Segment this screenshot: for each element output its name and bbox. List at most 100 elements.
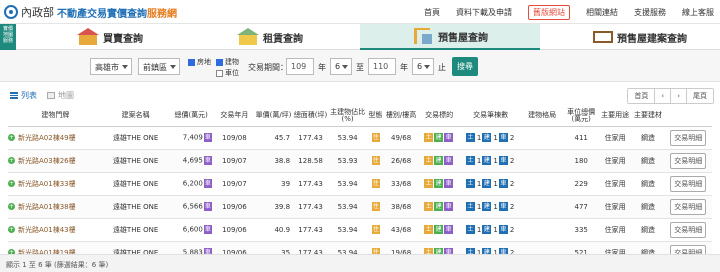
map-icon	[47, 92, 55, 99]
checkbox-icon	[216, 58, 223, 66]
parking-price: 229	[563, 172, 599, 196]
layout	[520, 195, 564, 219]
from-year-input[interactable]: 109	[286, 58, 314, 75]
table-row[interactable]: + 新光路A01棟43樓 遠雄THE ONE 6,600 車 109/06 40.9…	[8, 218, 712, 242]
parking-count-tag: 車	[498, 202, 508, 211]
tab-label: 租賃查詢	[263, 33, 303, 45]
nav-links[interactable]: 相關連結	[586, 7, 618, 18]
col-header[interactable]: 交易年月	[213, 106, 255, 127]
from-month-select[interactable]: 6	[330, 58, 352, 75]
col-header[interactable]: 建案名稱	[102, 106, 169, 127]
house-icon	[237, 28, 259, 45]
parking-tag: 車	[444, 156, 454, 165]
table-row[interactable]: + 新光路A03棟26樓 遠雄THE ONE 4,695 車 109/07 38.8…	[8, 149, 712, 173]
tab-sales-query[interactable]: 買賣查詢	[40, 24, 180, 50]
city-select[interactable]: 高雄市	[90, 58, 132, 75]
col-header[interactable]: 主建物佔比(%)	[329, 106, 367, 127]
expand-icon[interactable]: +	[8, 203, 15, 210]
table-row[interactable]: + 新光路A01棟33樓 遠雄THE ONE 6,200 車 109/07 39 1…	[8, 172, 712, 196]
main-material: 鋼造	[631, 218, 665, 242]
main-use: 住家用	[598, 149, 632, 173]
address[interactable]: 新光路A01棟38樓	[18, 203, 76, 211]
main-building-ratio: 53.94	[329, 195, 367, 219]
col-header[interactable]: 主要建材	[631, 106, 665, 127]
site-title-suffix: 服務網	[147, 8, 177, 20]
chevron-down-icon	[170, 65, 176, 69]
col-header[interactable]: 單價(萬/坪)	[254, 106, 293, 127]
next-page-button[interactable]: ›	[671, 89, 687, 103]
period-label: 交易期間：	[248, 63, 288, 72]
trade-date: 109/06	[213, 195, 255, 219]
last-page-button[interactable]: 尾頁	[687, 89, 713, 103]
col-header[interactable]: 交易標的	[417, 106, 461, 127]
chevron-down-icon	[424, 65, 430, 69]
land-checkbox[interactable]: 房地	[188, 57, 211, 67]
detail-button[interactable]: 交易明細	[670, 175, 707, 192]
col-header[interactable]: 交易筆棟數	[460, 106, 521, 127]
floor: 43/68	[384, 218, 418, 242]
expand-icon[interactable]: +	[8, 157, 15, 164]
col-header[interactable]: 樓別/樓高	[384, 106, 418, 127]
land-count-tag: 土	[465, 225, 475, 234]
nav-download[interactable]: 資料下載及申請	[456, 7, 512, 18]
detail-button[interactable]: 交易明細	[670, 221, 707, 238]
to-year-input[interactable]: 110	[368, 58, 396, 75]
nav-online-service[interactable]: 線上客服	[682, 7, 714, 18]
land-count-tag: 土	[465, 202, 475, 211]
nav-home[interactable]: 首頁	[424, 7, 440, 18]
building-checkbox[interactable]: 建物	[216, 57, 239, 67]
address[interactable]: 新光路A02棟49樓	[18, 134, 76, 142]
to-month-select[interactable]: 6	[412, 58, 434, 75]
address[interactable]: 新光路A01棟33樓	[18, 180, 76, 188]
nav-old-site[interactable]: 舊版網站	[528, 4, 570, 20]
expand-icon[interactable]: +	[8, 180, 15, 187]
view-toggle: 列表 地圖	[10, 90, 74, 101]
tab-presale-project-query[interactable]: 預售屋建案查詢	[560, 24, 718, 50]
prev-page-button[interactable]: ‹	[655, 89, 672, 103]
table-row[interactable]: + 新光路A01棟38樓 遠雄THE ONE 6,566 車 109/06 39.8…	[8, 195, 712, 219]
ministry-name: 內政部	[21, 6, 54, 19]
tab-label: 買賣查詢	[103, 33, 143, 45]
list-view-toggle[interactable]: 列表	[10, 90, 37, 101]
detail-button[interactable]: 交易明細	[670, 129, 707, 146]
list-icon	[10, 92, 18, 99]
expand-icon[interactable]: +	[8, 226, 15, 233]
top-bar: 內政部 不動產交易實價查詢 服務網 首頁 資料下載及申請 舊版網站 相關連結 支…	[0, 0, 720, 24]
land-count-tag: 土	[465, 179, 475, 188]
total-price: 7,409	[182, 133, 203, 142]
project-name: 遠雄THE ONE	[102, 218, 169, 242]
unit-price: 39	[254, 172, 293, 196]
tab-rent-query[interactable]: 租賃查詢	[200, 24, 340, 50]
detail-button[interactable]: 交易明細	[670, 152, 707, 169]
project-name: 遠雄THE ONE	[102, 172, 169, 196]
first-page-button[interactable]: 首頁	[628, 89, 656, 103]
chevron-down-icon	[122, 65, 128, 69]
district-select[interactable]: 前鎮區	[138, 58, 180, 75]
price-map-side-button[interactable]: 實價 地圖 服務	[0, 24, 16, 50]
address[interactable]: 新光路A03棟26樓	[18, 157, 76, 165]
col-header[interactable]: 型態	[366, 106, 385, 127]
table-row[interactable]: + 新光路A02棟49樓 遠雄THE ONE 7,409 車 109/08 45.7…	[8, 126, 712, 150]
map-view-toggle[interactable]: 地圖	[47, 90, 74, 101]
building-tag: 建	[434, 225, 444, 234]
col-header[interactable]: 建物門牌	[8, 106, 103, 127]
main-use: 住家用	[598, 126, 632, 150]
col-header[interactable]: 車位總價(萬元)	[563, 106, 599, 127]
layout	[520, 126, 564, 150]
nav-support[interactable]: 支援服務	[634, 7, 666, 18]
search-button[interactable]: 搜尋	[452, 57, 478, 76]
col-header[interactable]: 建物格局	[520, 106, 564, 127]
col-header[interactable]: 主要用途	[598, 106, 632, 127]
total-price: 6,600	[182, 225, 203, 234]
col-header[interactable]: 總面積(坪)	[292, 106, 330, 127]
floor: 49/68	[384, 126, 418, 150]
detail-button[interactable]: 交易明細	[670, 198, 707, 215]
site-logo[interactable]: 內政部 不動產交易實價查詢 服務網	[4, 4, 177, 20]
col-header[interactable]: 總價(萬元)	[168, 106, 214, 127]
tab-presale-query[interactable]: 預售屋查詢	[360, 24, 540, 50]
project-name: 遠雄THE ONE	[102, 149, 169, 173]
expand-icon[interactable]: +	[8, 134, 15, 141]
address[interactable]: 新光路A01棟43樓	[18, 226, 76, 234]
parking-checkbox[interactable]: 車位	[216, 68, 239, 78]
pagination: 首頁 ‹ › 尾頁	[627, 88, 714, 104]
